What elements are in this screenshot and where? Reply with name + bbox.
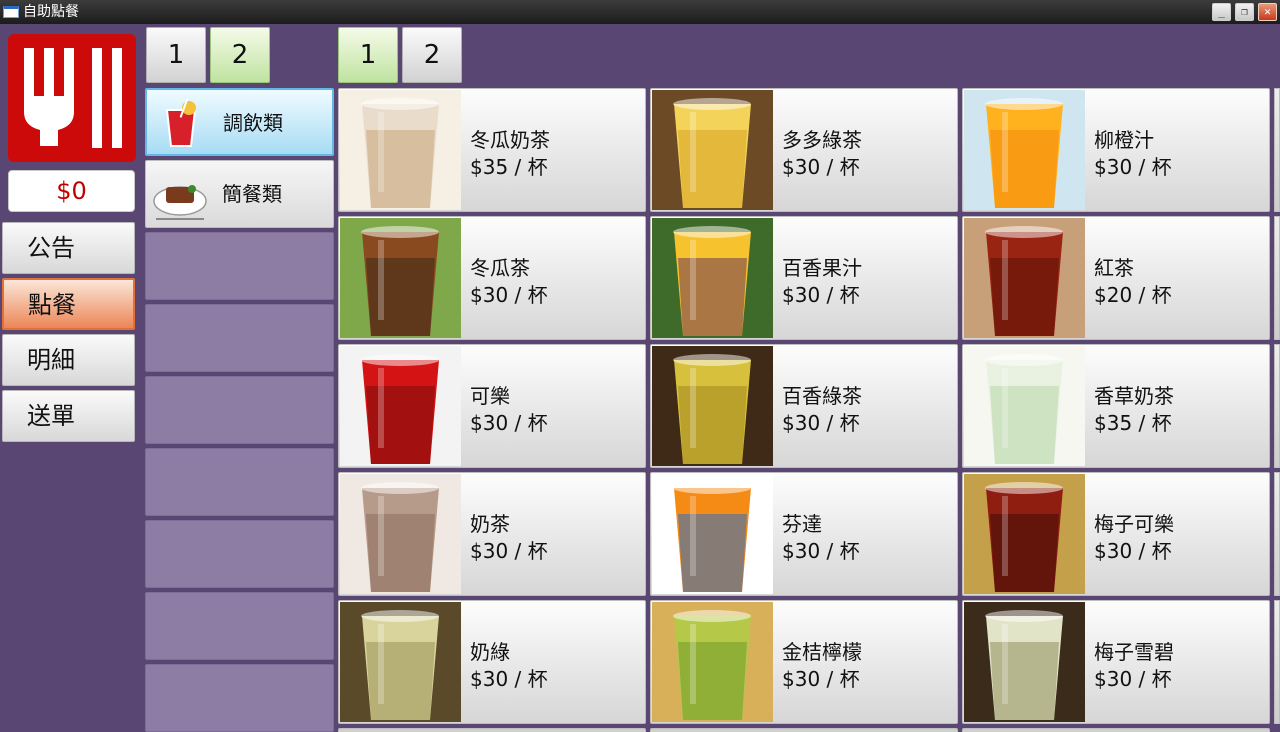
nav-announcement-button[interactable]: 公告 (2, 222, 135, 274)
menu-item-price: $30 / 杯 (782, 667, 860, 691)
menu-item-name: 香草奶茶 (1094, 384, 1174, 408)
drink-photo (340, 90, 461, 210)
menu-item-name: 可樂 (470, 384, 510, 408)
drink-photo (652, 602, 773, 722)
empty-category-slot (145, 304, 334, 372)
category-page-1-button[interactable]: 1 (146, 27, 206, 83)
nav-submit-button[interactable]: 送單 (2, 390, 135, 442)
category-page-2-button[interactable]: 2 (210, 27, 270, 83)
drink-photo (340, 474, 461, 594)
empty-category-slot (145, 232, 334, 300)
menu-item-name: 百香綠茶 (782, 384, 862, 408)
nav-details-button[interactable]: 明細 (2, 334, 135, 386)
drink-photo (652, 90, 773, 210)
menu-item-name: 金桔檸檬 (782, 640, 862, 664)
menu-item-price: $30 / 杯 (470, 283, 548, 307)
drink-icon (153, 96, 209, 152)
window-title-bar: 自助點餐 _ ❐ ✕ (0, 0, 1280, 24)
menu-item-card[interactable]: 可樂 $30 / 杯 (338, 344, 646, 468)
drink-photo (340, 602, 461, 722)
menu-item-card[interactable]: 芬達 $30 / 杯 (650, 472, 958, 596)
menu-item-price: $30 / 杯 (470, 667, 548, 691)
menu-item-card[interactable]: 梅子雪碧 $30 / 杯 (962, 600, 1270, 724)
category-meals-button[interactable]: 簡餐類 (145, 160, 334, 228)
menu-item-price: $20 / 杯 (1094, 283, 1172, 307)
menu-item-name: 百香果汁 (782, 256, 862, 280)
menu-item-price: $30 / 杯 (782, 283, 860, 307)
nav-order-button[interactable]: 點餐 (2, 278, 135, 330)
minimize-button[interactable]: _ (1212, 3, 1231, 21)
menu-item-name: 梅子可樂 (1094, 512, 1174, 536)
fork-icon (24, 48, 122, 148)
menu-item-name: 冬瓜奶茶 (470, 128, 550, 152)
menu-item-card[interactable]: 紅茶 $20 / 杯 (962, 216, 1270, 340)
window-title: 自助點餐 (23, 4, 79, 20)
order-total-display: $0 (8, 170, 135, 212)
menu-item-price: $30 / 杯 (782, 411, 860, 435)
menu-item-name: 奶綠 (470, 640, 510, 664)
app-window-icon (3, 6, 19, 18)
menu-item-card[interactable]: 柳橙汁 $30 / 杯 (962, 88, 1270, 212)
partial-menu-item-card[interactable] (1274, 216, 1280, 340)
menu-item-name: 多多綠茶 (782, 128, 862, 152)
menu-item-name: 奶茶 (470, 512, 510, 536)
restaurant-fork-logo (8, 34, 136, 162)
empty-category-slot (145, 592, 334, 660)
menu-item-card[interactable]: 梅子可樂 $30 / 杯 (962, 472, 1270, 596)
drink-photo (964, 602, 1085, 722)
menu-item-name: 芬達 (782, 512, 822, 536)
empty-category-slot (145, 376, 334, 444)
menu-item-card[interactable]: 冬瓜茶 $30 / 杯 (338, 216, 646, 340)
menu-item-name: 冬瓜茶 (470, 256, 530, 280)
menu-item-price: $30 / 杯 (1094, 667, 1172, 691)
partial-menu-item-card[interactable] (1274, 600, 1280, 724)
menu-item-name: 梅子雪碧 (1094, 640, 1174, 664)
menu-item-price: $30 / 杯 (782, 539, 860, 563)
menu-item-price: $30 / 杯 (782, 155, 860, 179)
category-label: 簡餐類 (222, 182, 282, 206)
menu-item-price: $35 / 杯 (1094, 411, 1172, 435)
partial-menu-item-card[interactable] (1274, 88, 1280, 212)
menu-item-card[interactable]: 多多綠茶 $30 / 杯 (650, 88, 958, 212)
menu-item-price: $30 / 杯 (1094, 155, 1172, 179)
menu-item-price: $30 / 杯 (470, 411, 548, 435)
menu-item-card[interactable]: 金桔檸檬 $30 / 杯 (650, 600, 958, 724)
partial-menu-item-card[interactable] (1274, 344, 1280, 468)
drink-photo (964, 474, 1085, 594)
item-page-2-button[interactable]: 2 (402, 27, 462, 83)
drink-photo (652, 346, 773, 466)
menu-item-card[interactable]: 香草奶茶 $35 / 杯 (962, 344, 1270, 468)
menu-item-card[interactable]: 奶綠 $30 / 杯 (338, 600, 646, 724)
empty-category-slot (145, 520, 334, 588)
partial-menu-item-card[interactable] (962, 728, 1270, 732)
menu-item-card[interactable]: 奶茶 $30 / 杯 (338, 472, 646, 596)
meal-plate-icon (152, 167, 208, 223)
partial-menu-item-card[interactable] (650, 728, 958, 732)
drink-photo (340, 218, 461, 338)
menu-item-card[interactable]: 百香果汁 $30 / 杯 (650, 216, 958, 340)
empty-category-slot (145, 664, 334, 732)
partial-menu-item-card[interactable] (1274, 472, 1280, 596)
close-button[interactable]: ✕ (1258, 3, 1277, 21)
partial-menu-item-card[interactable] (338, 728, 646, 732)
category-label: 調飲類 (223, 111, 283, 135)
empty-category-slot (145, 448, 334, 516)
menu-item-price: $30 / 杯 (1094, 539, 1172, 563)
drink-photo (652, 218, 773, 338)
drink-photo (964, 218, 1085, 338)
drink-photo (964, 346, 1085, 466)
drink-photo (340, 346, 461, 466)
maximize-button[interactable]: ❐ (1235, 3, 1254, 21)
category-drinks-button[interactable]: 調飲類 (145, 88, 334, 156)
menu-item-price: $30 / 杯 (470, 539, 548, 563)
drink-photo (964, 90, 1085, 210)
menu-item-name: 柳橙汁 (1094, 128, 1154, 152)
menu-item-card[interactable]: 百香綠茶 $30 / 杯 (650, 344, 958, 468)
menu-item-card[interactable]: 冬瓜奶茶 $35 / 杯 (338, 88, 646, 212)
item-page-1-button[interactable]: 1 (338, 27, 398, 83)
drink-photo (652, 474, 773, 594)
menu-item-name: 紅茶 (1094, 256, 1134, 280)
menu-item-price: $35 / 杯 (470, 155, 548, 179)
